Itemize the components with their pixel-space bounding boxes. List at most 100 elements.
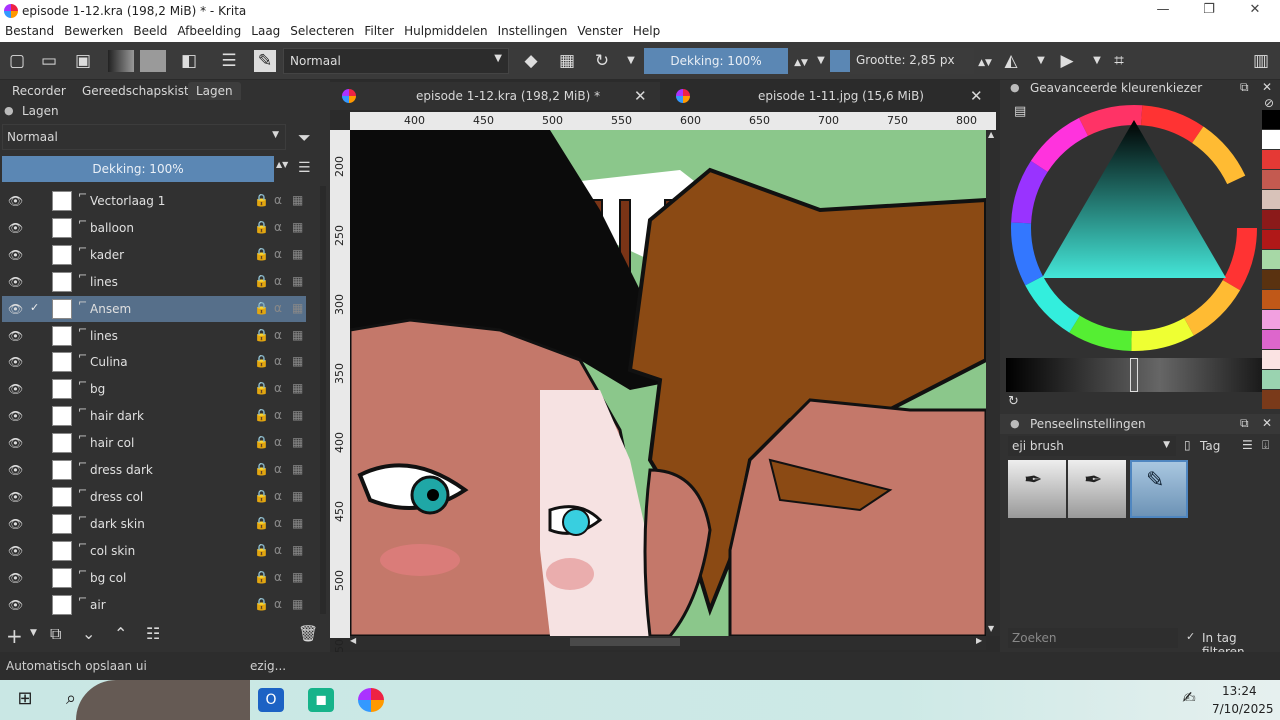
menu-afbeelding[interactable]: Afbeelding [172,22,246,38]
teams-app-icon[interactable]: ◼ [308,688,334,712]
alpha-icon[interactable]: α [274,408,282,422]
alpha-icon[interactable]: α [274,193,282,207]
import-icon[interactable]: ⍗ [1262,438,1269,453]
layer-name[interactable]: Ansem [90,302,131,316]
lightness-marker[interactable] [1130,358,1138,392]
lock-icon[interactable]: 🔒 [254,543,269,557]
lock-icon[interactable]: 🔒 [254,462,269,476]
duplicate-layer-icon[interactable]: ⧉ [50,624,61,644]
lock-icon[interactable]: 🔒 [254,301,269,315]
close-window-button[interactable]: ✕ [1240,2,1270,20]
eye-icon[interactable]: 👁 [8,382,23,396]
lock-icon[interactable]: 🔒 [254,354,269,368]
palette-swatch[interactable] [1262,170,1280,189]
gradient-swatch-icon[interactable] [108,50,134,72]
float-docker-icon[interactable]: ⧉ [1240,80,1249,95]
close-tab-icon[interactable]: ✕ [634,87,647,105]
layer-name[interactable]: bg col [90,571,126,585]
layer-row[interactable]: 👁 ✓ ⌐ Ansem 🔒 α ▦ [2,295,306,322]
blend-mode-select[interactable]: Normaal ▼ [283,48,509,74]
chevron-down-icon[interactable]: ▼ [620,50,642,72]
layer-row[interactable]: 👁 ⌐ Culina 🔒 α ▦ [2,349,306,375]
scroll-down-icon[interactable]: ▼ [988,624,994,633]
layer-row[interactable]: 👁 ⌐ col skin 🔒 α ▦ [2,538,306,564]
no-color-icon[interactable]: ⊘ [1264,96,1274,110]
fg-bg-color-icon[interactable]: ◧ [178,50,200,72]
menu-bestand[interactable]: Bestand [0,22,59,38]
delete-layer-icon[interactable]: 🗑 [298,624,318,643]
layer-row[interactable]: 👁 ⌐ hair col 🔒 α ▦ [2,430,306,456]
float-docker-icon[interactable]: ⧉ [1240,416,1249,431]
scroll-right-icon[interactable]: ▶ [976,636,982,645]
spin-arrows-icon[interactable]: ▲▼ [790,52,812,74]
crop-icon[interactable]: ⌗ [1108,50,1130,72]
layer-name[interactable]: hair col [90,436,134,450]
layer-name[interactable]: kader [90,248,124,262]
chevron-down-icon[interactable]: ▼ [1086,50,1108,72]
alpha-icon[interactable]: α [274,247,282,261]
lightness-strip[interactable] [1006,358,1262,392]
save-icon[interactable]: ▣ [72,50,94,72]
layer-blend-select[interactable]: Normaal ▼ [2,124,286,150]
palette-swatch[interactable] [1262,310,1280,329]
layer-name[interactable]: Culina [90,355,128,369]
menu-instellingen[interactable]: Instellingen [493,22,573,38]
inherit-alpha-icon[interactable]: ▦ [292,597,303,611]
windows-start-icon[interactable]: ⊞ [12,688,38,712]
tab-recorder[interactable]: Recorder [4,82,74,100]
krita-taskbar-icon[interactable] [358,688,384,712]
vertical-scrollbar[interactable]: ▲ ▼ [986,130,1000,636]
layer-name[interactable]: lines [90,329,118,343]
outlook-icon[interactable]: O [258,688,284,712]
palette-swatch[interactable] [1262,390,1280,409]
lock-icon[interactable]: 🔒 [254,408,269,422]
tag-icon[interactable]: ▯ [1184,438,1191,452]
new-document-icon[interactable]: ▢ [6,50,28,72]
eye-icon[interactable]: 👁 [8,248,23,262]
eraser-icon[interactable]: ◆ [520,50,542,72]
lock-icon[interactable]: ● [1010,417,1020,430]
inherit-alpha-icon[interactable]: ▦ [292,193,303,207]
eye-icon[interactable]: 👁 [8,490,23,504]
pen-tray-icon[interactable]: ✍ [1176,688,1202,712]
mirror-horizontal-icon[interactable]: ◭ [1000,50,1022,72]
lock-icon[interactable]: 🔒 [254,220,269,234]
brush-settings-icon[interactable]: ☰ [218,50,240,72]
layer-row[interactable]: 👁 ⌐ Vectorlaag 1 🔒 α ▦ [2,188,306,214]
eye-icon[interactable]: 👁 [8,517,23,531]
horizontal-scrollbar[interactable]: ◀ ▶ [350,636,986,650]
palette-swatch[interactable] [1262,150,1280,169]
move-down-icon[interactable]: ⌄ [82,624,95,643]
close-tab-icon[interactable]: ✕ [970,87,983,105]
chevron-down-icon[interactable]: ▼ [810,50,832,72]
layer-name[interactable]: col skin [90,544,135,558]
doc-tab-2[interactable]: episode 1-11.jpg (15,6 MiB) ✕ [664,82,1000,110]
open-folder-icon[interactable]: ▭ [38,50,60,72]
layer-properties-icon[interactable]: ☷ [146,624,160,643]
brush-preset-icon[interactable]: ✎ [254,50,276,72]
menu-hulpmiddelen[interactable]: Hulpmiddelen [399,22,493,38]
eye-icon[interactable]: 👁 [8,463,23,477]
palette-swatch[interactable] [1262,350,1280,369]
eye-icon[interactable]: 👁 [8,329,23,343]
layer-name[interactable]: lines [90,275,118,289]
palette-swatch[interactable] [1262,370,1280,389]
checkbox-checked-icon[interactable]: ✓ [1186,630,1195,643]
alpha-icon[interactable]: α [274,570,282,584]
inherit-alpha-icon[interactable]: ▦ [292,462,303,476]
alpha-icon[interactable]: α [274,543,282,557]
tab-lagen[interactable]: Lagen [188,82,241,100]
layer-row[interactable]: 👁 ⌐ lines 🔒 α ▦ [2,323,306,349]
eye-icon[interactable]: 👁 [8,571,23,585]
layer-name[interactable]: air [90,598,106,612]
alpha-lock-icon[interactable]: ▦ [556,50,578,72]
inherit-alpha-icon[interactable]: ▦ [292,354,303,368]
layer-name[interactable]: dark skin [90,517,145,531]
layer-row[interactable]: 👁 ⌐ dark skin 🔒 α ▦ [2,511,306,537]
layer-name[interactable]: Vectorlaag 1 [90,194,165,208]
inherit-alpha-icon[interactable]: ▦ [292,543,303,557]
alpha-icon[interactable]: α [274,328,282,342]
move-up-icon[interactable]: ⌃ [114,624,127,643]
layer-row[interactable]: 👁 ⌐ kader 🔒 α ▦ [2,242,306,268]
inherit-alpha-icon[interactable]: ▦ [292,570,303,584]
